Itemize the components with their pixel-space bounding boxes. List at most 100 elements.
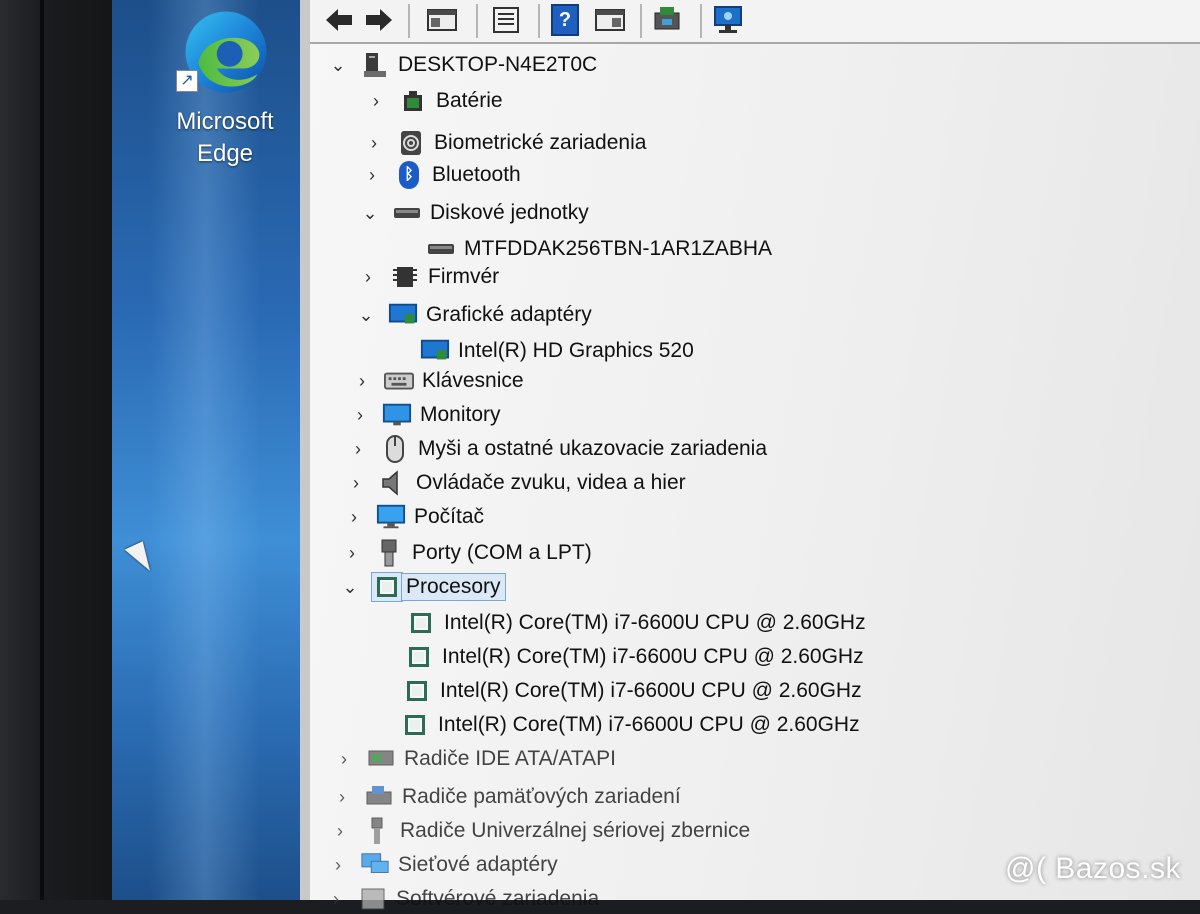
expand-chevron-icon[interactable]: › — [358, 267, 378, 288]
toolbar-separator — [538, 4, 540, 38]
tree-item-label: Grafické adaptéry — [426, 303, 592, 326]
device-manager-window: ? ⌄ DESKTOP-N4E2T0C › Batérie › Biometri… — [300, 0, 1200, 910]
processor-icon — [406, 609, 436, 637]
tree-item-radice-usb[interactable]: › Radiče Univerzálnej sériovej zbernice — [330, 816, 750, 846]
toolbar: ? — [310, 0, 1200, 44]
expand-chevron-icon[interactable]: › — [364, 133, 384, 154]
tree-item-label: Intel(R) Core(TM) i7-6600U CPU @ 2.60GHz — [440, 679, 862, 702]
show-hide-console-tree-icon[interactable] — [424, 2, 460, 38]
tree-root[interactable]: ⌄ DESKTOP-N4E2T0C — [328, 50, 597, 80]
tree-item-label: Intel(R) Core(TM) i7-6600U CPU @ 2.60GHz — [442, 645, 864, 668]
expand-chevron-icon[interactable]: › — [346, 473, 366, 494]
tree-item-sietove-adaptery[interactable]: › Sieťové adaptéry — [328, 850, 558, 880]
expand-chevron-icon[interactable]: › — [342, 543, 362, 564]
tree-item-pocitac[interactable]: › Počítač — [344, 502, 484, 532]
software-device-icon — [358, 885, 388, 913]
expand-chevron-icon[interactable]: › — [366, 91, 386, 112]
collapse-chevron-icon[interactable]: ⌄ — [340, 577, 360, 598]
expand-chevron-icon[interactable]: › — [334, 749, 354, 770]
action-pane-icon[interactable] — [592, 2, 628, 38]
keyboard-icon — [384, 367, 414, 395]
tree-item-porty[interactable]: › Porty (COM a LPT) — [342, 538, 592, 568]
bluetooth-icon: ᛒ — [394, 161, 424, 189]
usb-icon — [362, 817, 392, 845]
expand-chevron-icon[interactable]: › — [350, 405, 370, 426]
tree-item-cpu-4[interactable]: Intel(R) Core(TM) i7-6600U CPU @ 2.60GHz — [400, 710, 860, 740]
tree-item-radice-pamatovych[interactable]: › Radiče pamäťových zariadení — [332, 782, 681, 812]
tree-item-bluetooth[interactable]: › ᛒ Bluetooth — [362, 160, 521, 190]
tree-item-label: Procesory — [401, 573, 506, 601]
toolbar-separator — [640, 4, 642, 38]
tree-item-monitory[interactable]: › Monitory — [350, 400, 501, 430]
expand-chevron-icon[interactable]: › — [330, 821, 350, 842]
forward-arrow-icon[interactable] — [362, 2, 396, 38]
tree-item-cpu-3[interactable]: Intel(R) Core(TM) i7-6600U CPU @ 2.60GHz — [402, 676, 862, 706]
tree-item-baterie[interactable]: › Batérie — [366, 86, 503, 116]
collapse-chevron-icon[interactable]: ⌄ — [360, 203, 380, 224]
tree-item-biometricke[interactable]: › Biometrické zariadenia — [364, 128, 646, 158]
help-icon[interactable]: ? — [548, 2, 582, 38]
tree-item-label: MTFDDAK256TBN-1AR1ZABHA — [464, 237, 773, 260]
tree-item-label: Batérie — [436, 89, 503, 112]
expand-chevron-icon[interactable]: › — [344, 507, 364, 528]
expand-chevron-icon[interactable]: › — [328, 855, 348, 876]
tree-item-procesory[interactable]: ⌄ Procesory — [340, 572, 506, 602]
toolbar-separator — [408, 4, 410, 38]
processor-icon — [404, 643, 434, 671]
display-adapter-icon — [420, 337, 450, 365]
bezel-edge — [40, 0, 44, 900]
expand-chevron-icon[interactable]: › — [352, 371, 372, 392]
tree-item-cpu-1[interactable]: Intel(R) Core(TM) i7-6600U CPU @ 2.60GHz — [406, 608, 866, 638]
tree-item-label: Diskové jednotky — [430, 201, 589, 224]
tree-item-graficke-adaptery[interactable]: ⌄ Grafické adaptéry — [356, 300, 592, 330]
tree-item-label: Radiče IDE ATA/ATAPI — [404, 747, 617, 770]
tree-item-label: Klávesnice — [422, 369, 524, 392]
watermark: @( Bazos.sk — [1005, 852, 1181, 885]
processor-icon — [402, 677, 432, 705]
tree-item-label: Ovládače zvuku, videa a hier — [416, 471, 686, 494]
tree-item-label: Počítač — [414, 505, 485, 528]
collapse-chevron-icon[interactable]: ⌄ — [328, 55, 348, 76]
tree-item-label: Biometrické zariadenia — [434, 131, 647, 154]
tree-item-label: Myši a ostatné ukazovacie zariadenia — [418, 437, 768, 460]
mouse-icon — [380, 435, 410, 463]
tree-item-label: Radiče Univerzálnej sériovej zbernice — [400, 819, 751, 842]
tree-item-radice-ide[interactable]: › Radiče IDE ATA/ATAPI — [334, 744, 616, 774]
monitor-icon — [382, 401, 412, 429]
computer-tower-icon — [360, 51, 390, 79]
toolbar-separator — [476, 4, 478, 38]
tree-item-intel-hd-520[interactable]: Intel(R) HD Graphics 520 — [420, 336, 694, 366]
firmware-chip-icon — [390, 263, 420, 291]
tree-item-klavesnice[interactable]: › Klávesnice — [352, 366, 524, 396]
tree-item-ovladace-zvuku[interactable]: › Ovládače zvuku, videa a hier — [346, 468, 686, 498]
tree-item-firmver[interactable]: › Firmvér — [358, 262, 499, 292]
tree-item-diskove-jednotky[interactable]: ⌄ Diskové jednotky — [360, 198, 589, 228]
tree-item-label: Firmvér — [428, 265, 500, 288]
tree-item-disk-mtfddak[interactable]: MTFDDAK256TBN-1AR1ZABHA — [426, 234, 772, 264]
expand-chevron-icon[interactable]: › — [332, 787, 352, 808]
tree-item-softverove-zariadenia[interactable]: › Softvérové zariadenia — [326, 884, 599, 914]
shortcut-arrow-icon: ↗ — [176, 70, 198, 92]
edge-shortcut-label: Microsoft Edge — [176, 108, 274, 167]
display-adapter-icon — [388, 301, 418, 329]
update-driver-icon[interactable] — [650, 2, 686, 38]
expand-chevron-icon[interactable]: › — [362, 165, 382, 186]
fingerprint-icon — [396, 129, 426, 157]
back-arrow-icon[interactable] — [322, 2, 356, 38]
properties-icon[interactable] — [488, 2, 524, 38]
tree-item-cpu-2[interactable]: Intel(R) Core(TM) i7-6600U CPU @ 2.60GHz — [404, 642, 864, 672]
device-tree: ⌄ DESKTOP-N4E2T0C › Batérie › Biometrick… — [310, 44, 1200, 910]
tree-item-label: Radiče pamäťových zariadení — [402, 785, 681, 808]
tree-item-label: Sieťové adaptéry — [398, 853, 558, 876]
tree-item-label: Porty (COM a LPT) — [412, 541, 592, 564]
expand-chevron-icon[interactable]: › — [326, 889, 346, 910]
scan-hardware-icon[interactable] — [710, 2, 748, 38]
tree-item-label: Softvérové zariadenia — [396, 887, 600, 910]
battery-icon — [398, 87, 428, 115]
tree-item-label: Intel(R) HD Graphics 520 — [458, 339, 694, 362]
ide-controller-icon — [366, 745, 396, 773]
expand-chevron-icon[interactable]: › — [348, 439, 368, 460]
tree-item-label: Bluetooth — [432, 163, 521, 186]
collapse-chevron-icon[interactable]: ⌄ — [356, 305, 376, 326]
tree-item-mysi[interactable]: › Myši a ostatné ukazovacie zariadenia — [348, 434, 767, 464]
